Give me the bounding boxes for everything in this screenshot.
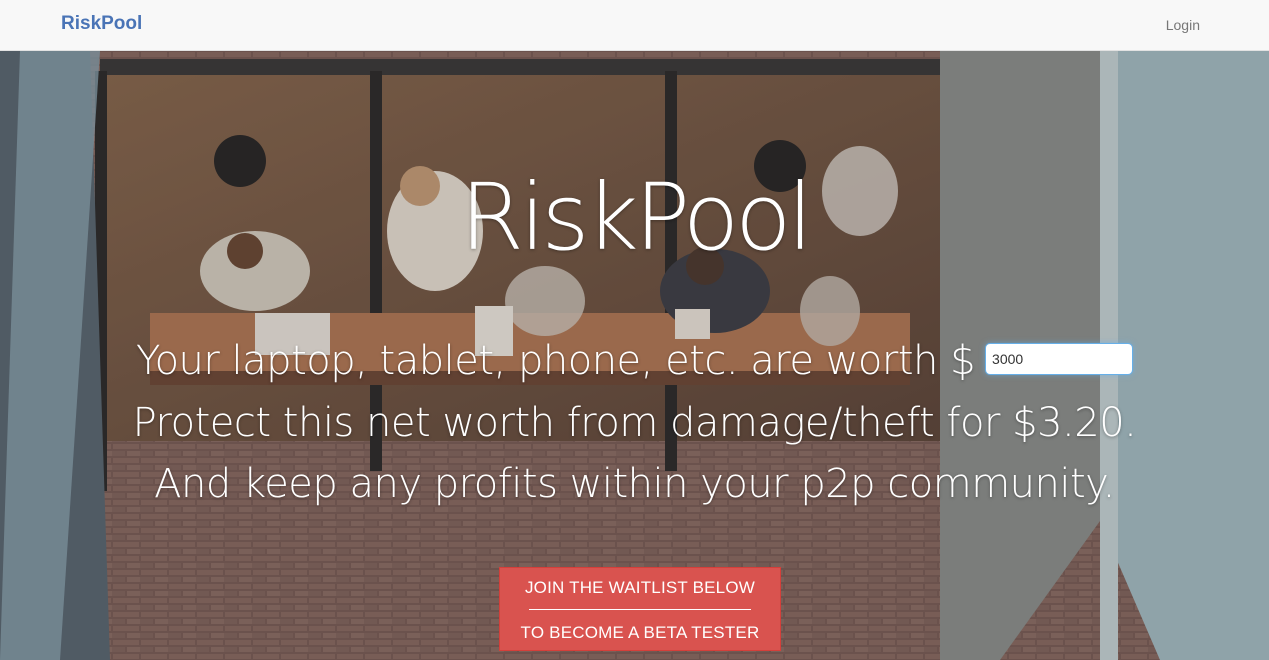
hero-section: RiskPool Your laptop, tablet, phone, etc… xyxy=(0,51,1269,660)
hero-title: RiskPool xyxy=(459,164,813,271)
navbar: RiskPool Login xyxy=(0,0,1269,51)
profits-line: And keep any profits within your p2p com… xyxy=(154,461,1115,507)
cta-line-2: TO BECOME A BETA TESTER xyxy=(520,623,760,642)
cta-line-1: JOIN THE WAITLIST BELOW xyxy=(524,578,756,597)
worth-input[interactable] xyxy=(985,343,1134,375)
join-waitlist-button[interactable]: JOIN THE WAITLIST BELOW TO BECOME A BETA… xyxy=(499,567,781,651)
protect-line: Protect this net worth from damage/theft… xyxy=(132,400,1137,446)
brand-link[interactable]: RiskPool xyxy=(61,13,142,35)
cta-divider xyxy=(529,609,751,610)
worth-line: Your laptop, tablet, phone, etc. are wor… xyxy=(0,341,1269,381)
worth-line-text: Your laptop, tablet, phone, etc. are wor… xyxy=(135,338,976,384)
login-link[interactable]: Login xyxy=(1166,17,1200,33)
